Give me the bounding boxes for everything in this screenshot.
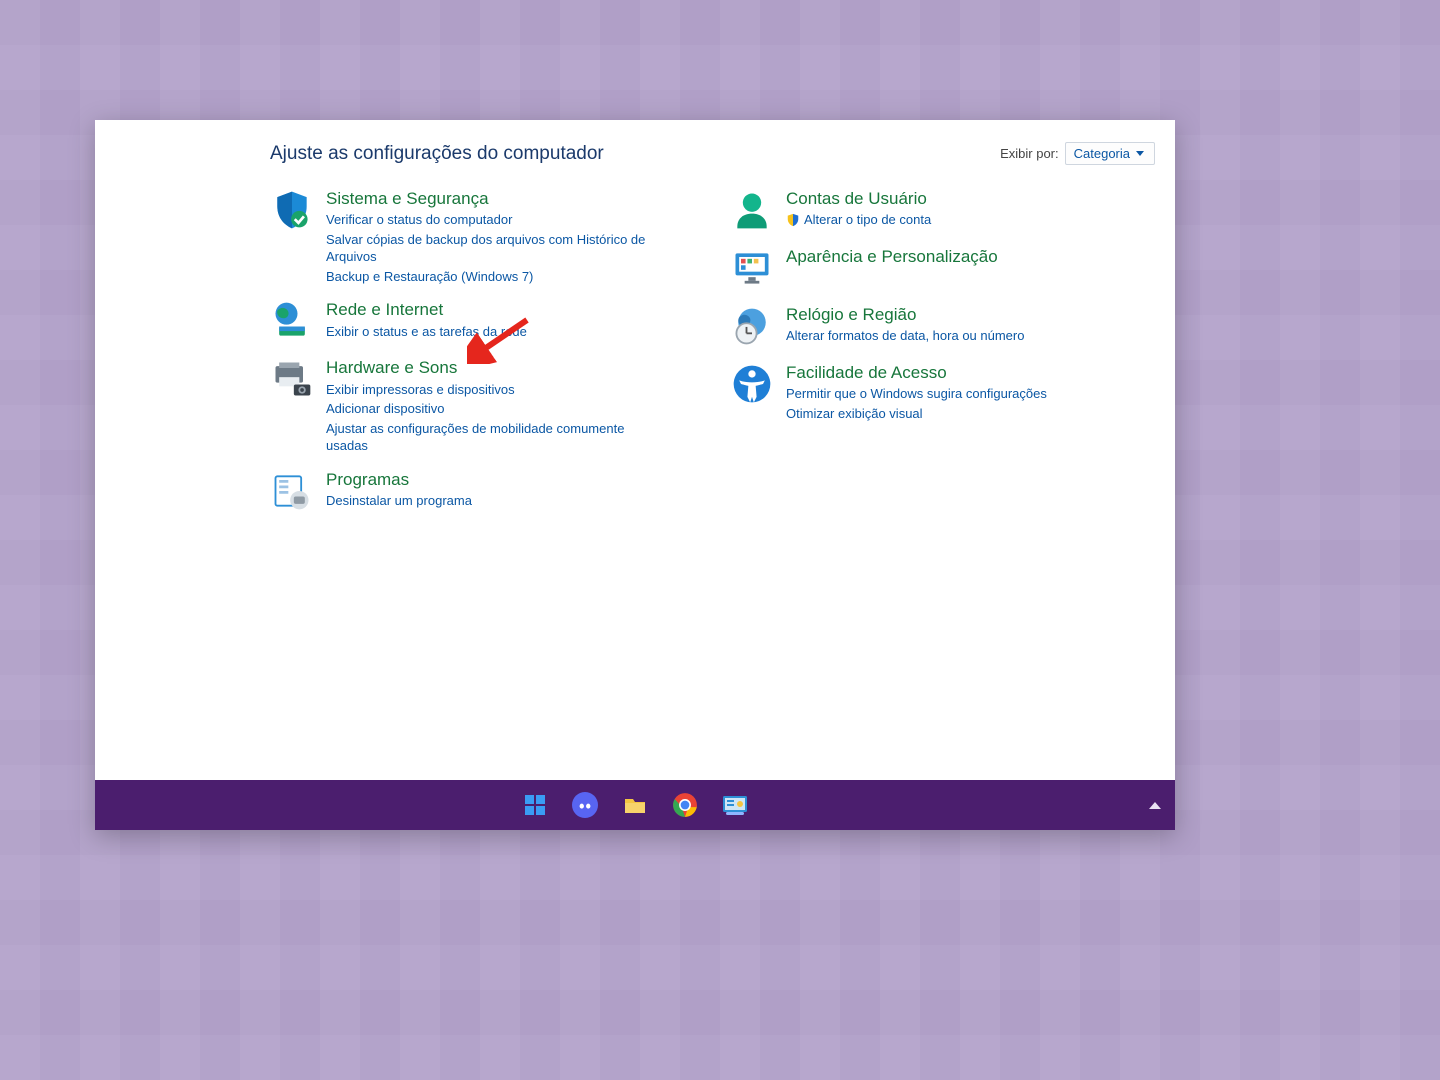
header-row: Ajuste as configurações do computador Ex… [270, 142, 1155, 165]
user-account-icon [730, 188, 774, 232]
category-hardware-sound: Hardware e Sons Exibir impressoras e dis… [270, 357, 690, 454]
category-title-hardware-sound[interactable]: Hardware e Sons [326, 357, 646, 378]
category-user-accounts: Contas de Usuário Alterar o tipo de cont… [730, 188, 1150, 232]
monitor-personalization-icon [730, 246, 774, 290]
link-adjust-mobility-settings[interactable]: Ajustar as configurações de mobilidade c… [326, 420, 646, 455]
left-column: Sistema e Segurança Verificar o status d… [270, 188, 690, 513]
category-clock-region: Relógio e Região Alterar formatos de dat… [730, 304, 1150, 348]
taskbar-file-explorer-icon[interactable] [621, 791, 649, 819]
category-programs: Programas Desinstalar um programa [270, 469, 690, 513]
globe-clock-icon [730, 304, 774, 348]
link-change-account-type[interactable]: Alterar o tipo de conta [786, 211, 931, 229]
taskbar-chrome-icon[interactable] [671, 791, 699, 819]
globe-network-icon [270, 299, 314, 343]
link-let-windows-suggest-settings[interactable]: Permitir que o Windows sugira configuraç… [786, 385, 1047, 403]
link-optimize-visual-display[interactable]: Otimizar exibição visual [786, 405, 1047, 423]
taskbar [95, 780, 1175, 830]
printer-camera-icon [270, 357, 314, 401]
category-network-internet: Rede e Internet Exibir o status e as tar… [270, 299, 690, 343]
category-title-appearance[interactable]: Aparência e Personalização [786, 246, 998, 267]
taskbar-control-panel-icon[interactable] [721, 791, 749, 819]
view-by-value: Categoria [1074, 146, 1130, 161]
link-change-date-time-formats[interactable]: Alterar formatos de data, hora ou número [786, 327, 1024, 345]
link-check-computer-status[interactable]: Verificar o status do computador [326, 211, 646, 229]
category-title-clock-region[interactable]: Relógio e Região [786, 304, 1024, 325]
tray-chevron-up-icon[interactable] [1149, 802, 1161, 809]
link-change-account-type-text: Alterar o tipo de conta [804, 211, 931, 229]
category-title-network-internet[interactable]: Rede e Internet [326, 299, 527, 320]
view-by-label: Exibir por: [1000, 146, 1059, 161]
category-system-security: Sistema e Segurança Verificar o status d… [270, 188, 690, 285]
category-title-system-security[interactable]: Sistema e Segurança [326, 188, 646, 209]
link-file-history-backup[interactable]: Salvar cópias de backup dos arquivos com… [326, 231, 646, 266]
category-title-user-accounts[interactable]: Contas de Usuário [786, 188, 931, 209]
category-ease-of-access: Facilidade de Acesso Permitir que o Wind… [730, 362, 1150, 422]
link-network-status-tasks[interactable]: Exibir o status e as tarefas da rede [326, 323, 527, 341]
category-appearance: Aparência e Personalização [730, 246, 1150, 290]
taskbar-discord-icon[interactable] [571, 791, 599, 819]
chevron-down-icon [1136, 151, 1144, 156]
shield-icon [270, 188, 314, 232]
page-title: Ajuste as configurações do computador [270, 143, 604, 165]
link-backup-restore-win7[interactable]: Backup e Restauração (Windows 7) [326, 268, 646, 286]
programs-icon [270, 469, 314, 513]
view-by-control: Exibir por: Categoria [1000, 142, 1155, 165]
taskbar-start-button[interactable] [521, 791, 549, 819]
view-by-dropdown[interactable]: Categoria [1065, 142, 1155, 165]
right-column: Contas de Usuário Alterar o tipo de cont… [730, 188, 1150, 513]
link-uninstall-program[interactable]: Desinstalar um programa [326, 492, 472, 510]
link-add-device[interactable]: Adicionar dispositivo [326, 400, 646, 418]
system-tray[interactable] [1149, 780, 1161, 830]
accessibility-icon [730, 362, 774, 406]
category-title-programs[interactable]: Programas [326, 469, 472, 490]
control-panel-window: Ajuste as configurações do computador Ex… [95, 120, 1175, 830]
category-title-ease-of-access[interactable]: Facilidade de Acesso [786, 362, 1047, 383]
uac-shield-icon [786, 213, 800, 227]
link-view-printers-devices[interactable]: Exibir impressoras e dispositivos [326, 381, 646, 399]
